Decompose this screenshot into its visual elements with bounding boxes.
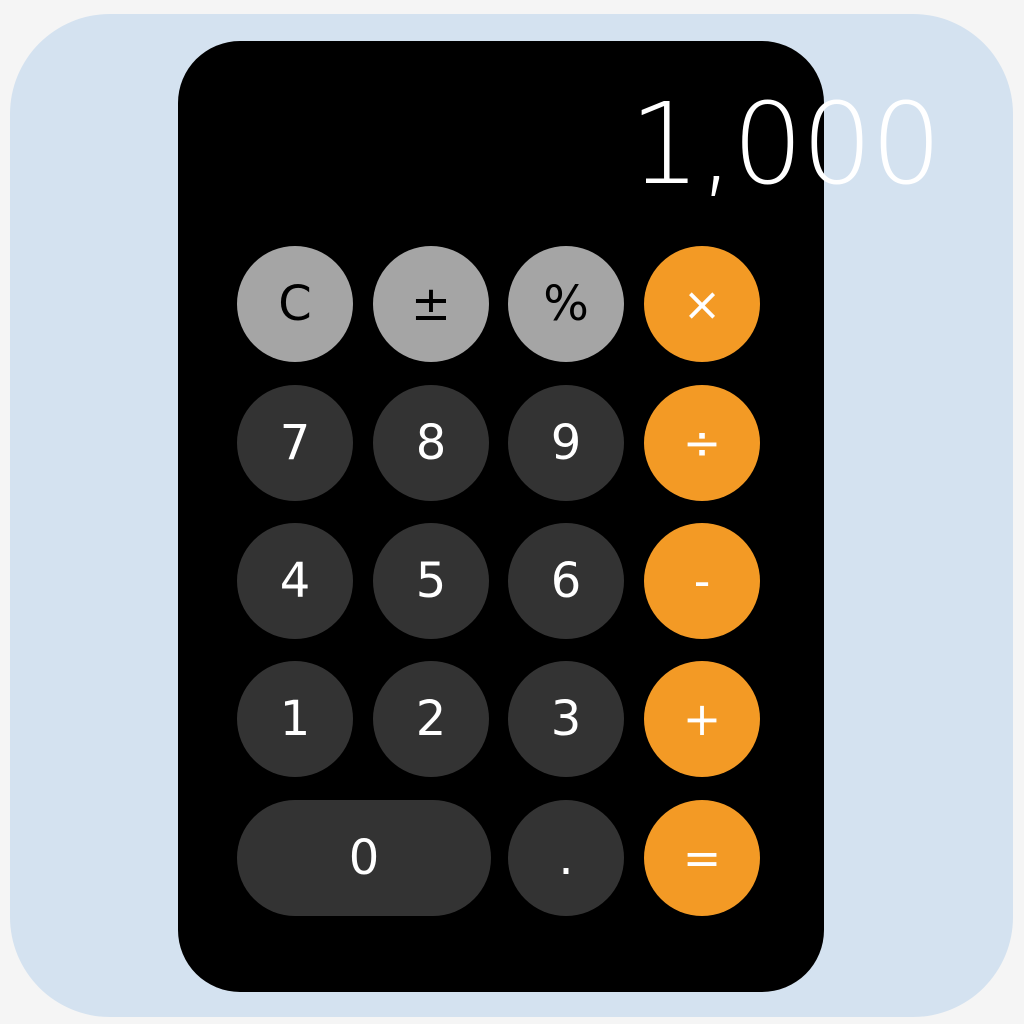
digit-5-button[interactable]: 5: [373, 523, 489, 639]
percent-button[interactable]: %: [508, 246, 624, 362]
digit-7-button[interactable]: 7: [237, 385, 353, 501]
multiply-button-label: ×: [682, 277, 722, 331]
decimal-point-button[interactable]: .: [508, 800, 624, 916]
clear-button[interactable]: C: [237, 246, 353, 362]
add-button[interactable]: +: [644, 661, 760, 777]
digit-9-label: 9: [550, 415, 582, 471]
digit-3-label: 3: [550, 691, 582, 747]
digit-2-label: 2: [415, 691, 447, 747]
percent-button-label: %: [543, 276, 589, 332]
digit-1-label: 1: [279, 691, 311, 747]
divide-button-label: ÷: [682, 416, 722, 470]
digit-7-label: 7: [279, 415, 311, 471]
divide-button[interactable]: ÷: [644, 385, 760, 501]
equals-button[interactable]: =: [644, 800, 760, 916]
digit-4-label: 4: [279, 553, 311, 609]
equals-button-label: =: [682, 831, 722, 885]
calculator-display: 1,000: [629, 80, 942, 210]
digit-6-button[interactable]: 6: [508, 523, 624, 639]
subtract-button[interactable]: -: [644, 523, 760, 639]
digit-2-button[interactable]: 2: [373, 661, 489, 777]
digit-1-button[interactable]: 1: [237, 661, 353, 777]
digit-9-button[interactable]: 9: [508, 385, 624, 501]
plus-minus-button[interactable]: ±: [373, 246, 489, 362]
digit-3-button[interactable]: 3: [508, 661, 624, 777]
digit-5-label: 5: [415, 553, 447, 609]
decimal-point-label: .: [558, 830, 574, 886]
plus-minus-button-label: ±: [410, 276, 452, 332]
multiply-button[interactable]: ×: [644, 246, 760, 362]
add-button-label: +: [682, 692, 722, 746]
digit-8-button[interactable]: 8: [373, 385, 489, 501]
digit-6-label: 6: [550, 553, 582, 609]
digit-4-button[interactable]: 4: [237, 523, 353, 639]
digit-8-label: 8: [415, 415, 447, 471]
digit-0-label: 0: [348, 830, 380, 886]
digit-0-button[interactable]: 0: [237, 800, 491, 916]
subtract-button-label: -: [693, 554, 711, 608]
clear-button-label: C: [278, 276, 312, 332]
